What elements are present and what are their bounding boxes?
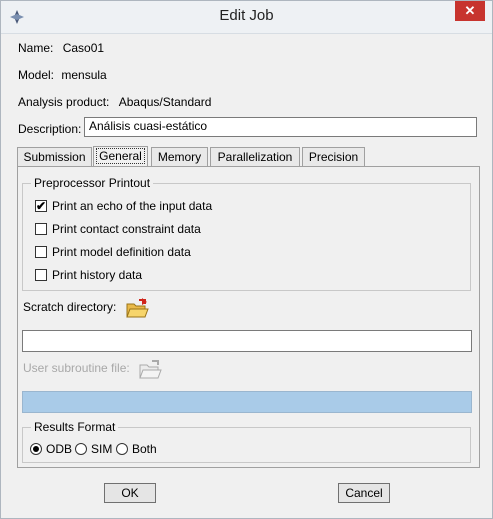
description-input[interactable]: Análisis cuasi-estático	[84, 117, 477, 137]
window-title: Edit Job	[219, 7, 274, 24]
contact-constraint-label: Print contact constraint data	[52, 222, 201, 236]
results-format-title: Results Format	[31, 420, 119, 434]
tab-precision[interactable]: Precision	[302, 147, 365, 166]
echo-input-checkbox[interactable]: ✔	[35, 200, 47, 212]
tab-label: Memory	[157, 150, 202, 164]
edit-job-dialog: Edit Job ✕ Name: Caso01 Model: mensula A…	[0, 0, 493, 519]
user-subroutine-input	[22, 391, 472, 413]
tab-general[interactable]: General	[93, 146, 148, 167]
name-value: Caso01	[62, 41, 105, 55]
history-data-checkbox[interactable]	[35, 269, 47, 281]
description-label: Description:	[18, 122, 82, 136]
cancel-button[interactable]: Cancel	[338, 483, 390, 503]
preprocessor-printout-group: Preprocessor Printout ✔ Print an echo of…	[22, 176, 471, 291]
title-bar: Edit Job ✕	[1, 1, 492, 34]
analysis-product-label: Analysis product:	[18, 95, 110, 109]
tab-label: Parallelization	[217, 150, 293, 164]
name-label: Name:	[18, 41, 54, 55]
user-subroutine-label: User subroutine file:	[23, 361, 130, 375]
results-format-group: Results Format	[22, 420, 471, 463]
close-icon[interactable]: ✕	[455, 1, 485, 21]
scratch-directory-label: Scratch directory:	[23, 300, 117, 314]
ok-button[interactable]: OK	[104, 483, 156, 503]
both-radio[interactable]	[116, 443, 128, 455]
contact-constraint-checkbox[interactable]	[35, 223, 47, 235]
tab-label: General	[96, 148, 145, 164]
model-value: mensula	[61, 68, 107, 82]
model-label: Model:	[18, 68, 55, 82]
model-definition-label: Print model definition data	[52, 245, 191, 259]
tab-label: Submission	[23, 150, 86, 164]
name-row: Name: Caso01	[18, 41, 104, 55]
tab-memory[interactable]: Memory	[151, 147, 208, 166]
odb-label: ODB	[46, 442, 73, 456]
sim-radio[interactable]	[75, 443, 87, 455]
model-definition-checkbox[interactable]	[35, 246, 47, 258]
model-row: Model: mensula	[18, 68, 107, 82]
folder-open-icon[interactable]	[125, 298, 149, 320]
history-data-label: Print history data	[52, 268, 143, 282]
analysis-product-row: Analysis product: Abaqus/Standard	[18, 95, 211, 109]
tab-label: Precision	[308, 150, 359, 164]
echo-input-label: Print an echo of the input data	[52, 199, 213, 213]
tab-parallelization[interactable]: Parallelization	[210, 147, 300, 166]
scratch-directory-input[interactable]	[22, 330, 472, 352]
both-label: Both	[132, 442, 157, 456]
analysis-product-value: Abaqus/Standard	[118, 95, 212, 109]
odb-radio[interactable]	[30, 443, 42, 455]
sim-label: SIM	[91, 442, 113, 456]
tab-submission[interactable]: Submission	[17, 147, 92, 166]
folder-open-icon	[139, 360, 162, 379]
preprocessor-printout-title: Preprocessor Printout	[31, 176, 154, 190]
